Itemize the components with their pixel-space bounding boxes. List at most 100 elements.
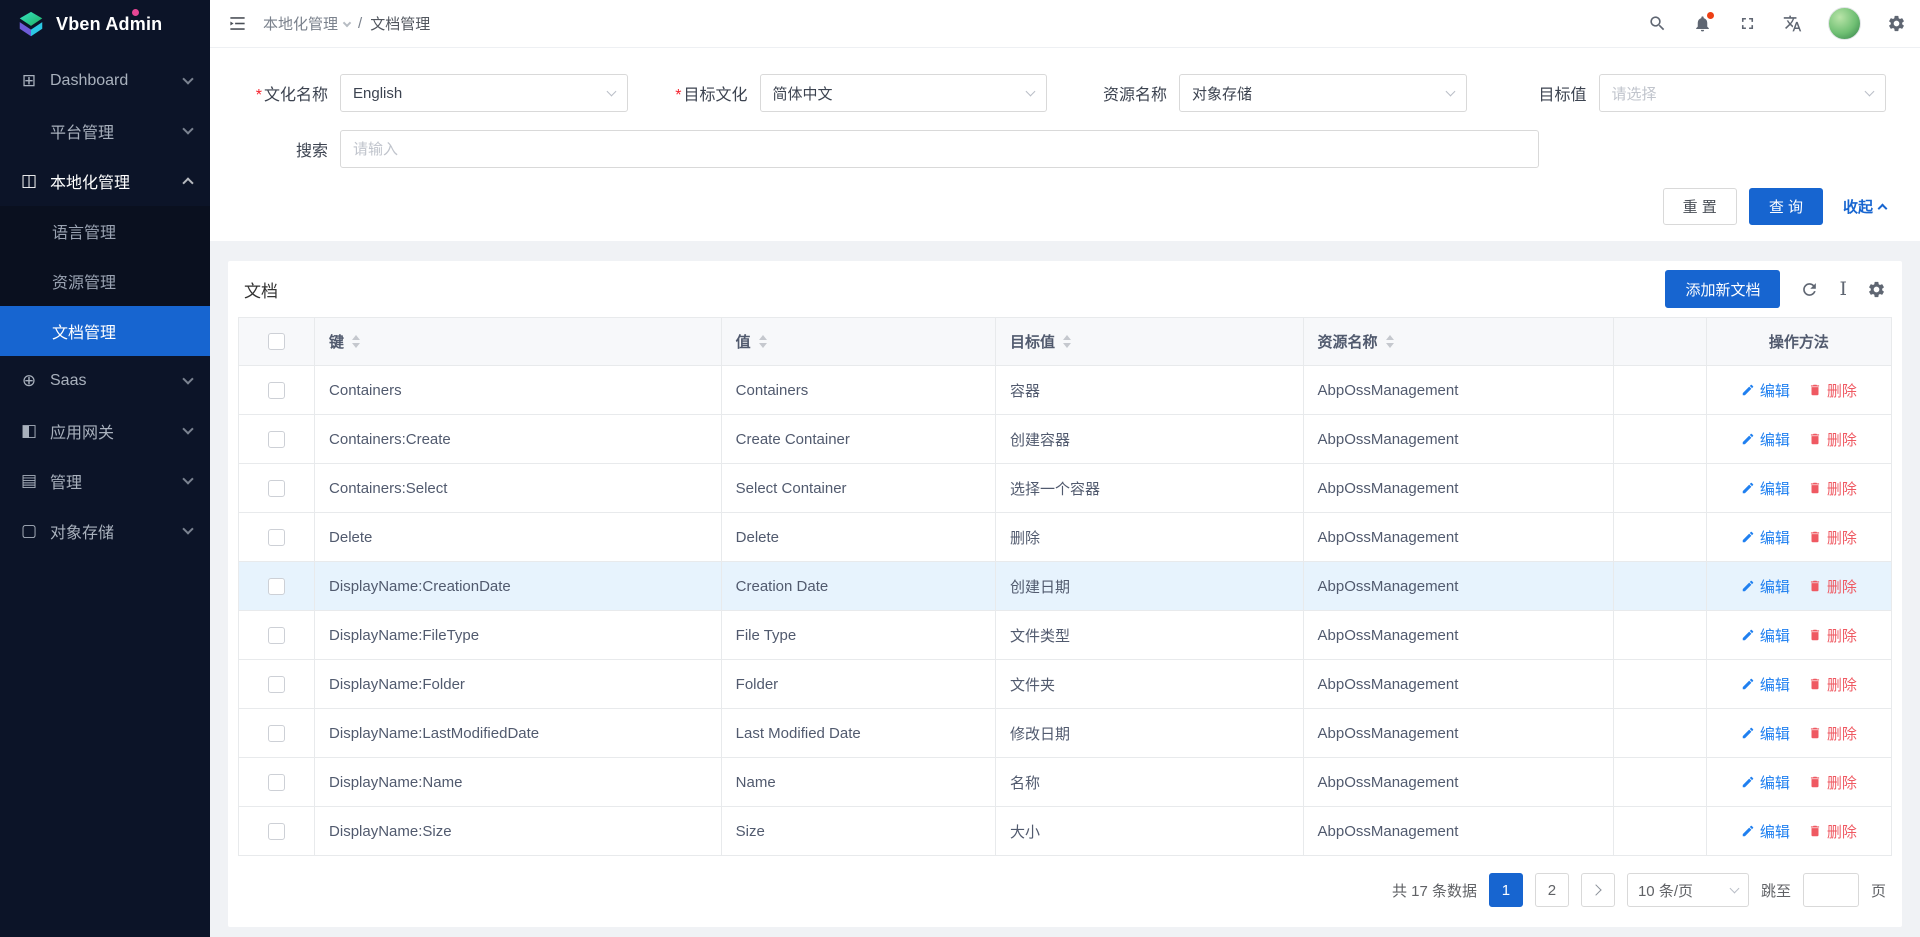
chevron-down-icon bbox=[182, 123, 193, 134]
translate-icon[interactable] bbox=[1783, 14, 1802, 33]
logo[interactable]: Vben Admin bbox=[0, 0, 210, 48]
cell-value: Delete bbox=[721, 513, 995, 562]
table-row: ContainersContainers容器AbpOssManagement编辑… bbox=[239, 366, 1892, 415]
edit-button[interactable]: 编辑 bbox=[1741, 576, 1790, 597]
select-all-checkbox[interactable] bbox=[268, 333, 285, 350]
search-input[interactable] bbox=[340, 130, 1539, 168]
table-card: 文档 添加新文档 I bbox=[228, 261, 1902, 927]
fullscreen-icon[interactable] bbox=[1738, 14, 1757, 33]
row-height-icon[interactable]: I bbox=[1839, 280, 1847, 299]
table-row: Containers:SelectSelect Container选择一个容器A… bbox=[239, 464, 1892, 513]
reset-button[interactable]: 重 置 bbox=[1663, 188, 1737, 225]
sidebar-item-platform[interactable]: 平台管理 bbox=[0, 106, 210, 156]
page-size-select[interactable]: 10 条/页 bbox=[1627, 873, 1749, 907]
page-button-1[interactable]: 1 bbox=[1489, 873, 1523, 907]
row-select-cell bbox=[239, 660, 315, 709]
row-checkbox[interactable] bbox=[268, 627, 285, 644]
delete-button[interactable]: 删除 bbox=[1808, 478, 1857, 499]
edit-button[interactable]: 编辑 bbox=[1741, 527, 1790, 548]
cell-resource: AbpOssManagement bbox=[1303, 513, 1614, 562]
cell-resource: AbpOssManagement bbox=[1303, 562, 1614, 611]
sidebar-item-language-mgmt[interactable]: 语言管理 bbox=[0, 206, 210, 256]
search-icon[interactable] bbox=[1648, 14, 1667, 33]
row-checkbox[interactable] bbox=[268, 725, 285, 742]
column-header-target[interactable]: 目标值 bbox=[996, 318, 1303, 366]
table-row: DisplayName:SizeSize大小AbpOssManagement编辑… bbox=[239, 807, 1892, 856]
sort-icon[interactable] bbox=[352, 335, 360, 348]
cell-actions: 编辑删除 bbox=[1706, 807, 1891, 856]
delete-button[interactable]: 删除 bbox=[1808, 772, 1857, 793]
user-avatar[interactable] bbox=[1828, 7, 1861, 40]
delete-button[interactable]: 删除 bbox=[1808, 723, 1857, 744]
notification-bell-icon[interactable] bbox=[1693, 14, 1712, 33]
sidebar-item-localization[interactable]: ◫ 本地化管理 bbox=[0, 156, 210, 206]
sort-icon[interactable] bbox=[1063, 335, 1071, 348]
column-settings-gear-icon[interactable] bbox=[1867, 280, 1886, 299]
jump-page-input[interactable] bbox=[1803, 873, 1859, 907]
delete-button[interactable]: 删除 bbox=[1808, 576, 1857, 597]
edit-button[interactable]: 编辑 bbox=[1741, 772, 1790, 793]
sidebar-menu: ⊞ Dashboard 平台管理 ◫ 本地化管理 语言管理 资源管理 bbox=[0, 48, 210, 937]
edit-button[interactable]: 编辑 bbox=[1741, 429, 1790, 450]
edit-button[interactable]: 编辑 bbox=[1741, 723, 1790, 744]
edit-button[interactable]: 编辑 bbox=[1741, 821, 1790, 842]
query-button[interactable]: 查 询 bbox=[1749, 188, 1823, 225]
cell-spacer bbox=[1614, 366, 1707, 415]
column-header-value[interactable]: 值 bbox=[721, 318, 995, 366]
next-page-button[interactable] bbox=[1581, 873, 1615, 907]
row-checkbox[interactable] bbox=[268, 529, 285, 546]
sidebar-item-saas[interactable]: ⊕ Saas bbox=[0, 356, 210, 406]
table-row: DeleteDelete删除AbpOssManagement编辑删除 bbox=[239, 513, 1892, 562]
column-header-key[interactable]: 键 bbox=[315, 318, 722, 366]
cell-actions: 编辑删除 bbox=[1706, 660, 1891, 709]
settings-gear-icon[interactable] bbox=[1887, 14, 1906, 33]
sidebar-item-object-storage[interactable]: ▢ 对象存储 bbox=[0, 506, 210, 556]
row-checkbox[interactable] bbox=[268, 774, 285, 791]
edit-button[interactable]: 编辑 bbox=[1741, 674, 1790, 695]
target-culture-select[interactable]: 简体中文 bbox=[760, 74, 1048, 112]
cell-spacer bbox=[1614, 562, 1707, 611]
row-checkbox[interactable] bbox=[268, 578, 285, 595]
culture-select[interactable]: English bbox=[340, 74, 628, 112]
delete-button[interactable]: 删除 bbox=[1808, 380, 1857, 401]
resource-select[interactable]: 对象存储 bbox=[1179, 74, 1467, 112]
target-value-select[interactable]: 请选择 bbox=[1599, 74, 1887, 112]
sidebar-item-resource-mgmt[interactable]: 资源管理 bbox=[0, 256, 210, 306]
sort-icon[interactable] bbox=[759, 335, 767, 348]
refresh-icon[interactable] bbox=[1800, 280, 1819, 299]
cell-spacer bbox=[1614, 807, 1707, 856]
delete-button[interactable]: 删除 bbox=[1808, 674, 1857, 695]
filter-field-culture: *文化名称 English bbox=[234, 74, 654, 112]
sidebar-item-gateway[interactable]: ◧ 应用网关 bbox=[0, 406, 210, 456]
row-select-cell bbox=[239, 415, 315, 464]
row-checkbox[interactable] bbox=[268, 382, 285, 399]
admin-icon: ▤ bbox=[18, 471, 40, 491]
collapse-link[interactable]: 收起 bbox=[1843, 196, 1886, 217]
table-header-row: 键 值 目标值 资源名称 bbox=[239, 318, 1892, 366]
add-document-button[interactable]: 添加新文档 bbox=[1665, 270, 1780, 308]
column-header-resource[interactable]: 资源名称 bbox=[1303, 318, 1614, 366]
filter-field-target-value: 目标值 请选择 bbox=[1493, 74, 1887, 112]
edit-button[interactable]: 编辑 bbox=[1741, 625, 1790, 646]
sidebar-item-document-mgmt[interactable]: 文档管理 bbox=[0, 306, 210, 356]
edit-button[interactable]: 编辑 bbox=[1741, 478, 1790, 499]
cell-value: Folder bbox=[721, 660, 995, 709]
delete-button[interactable]: 删除 bbox=[1808, 821, 1857, 842]
delete-button[interactable]: 删除 bbox=[1808, 429, 1857, 450]
edit-button[interactable]: 编辑 bbox=[1741, 380, 1790, 401]
page-button-2[interactable]: 2 bbox=[1535, 873, 1569, 907]
menu-fold-icon[interactable] bbox=[228, 14, 247, 33]
delete-button[interactable]: 删除 bbox=[1808, 625, 1857, 646]
sidebar-item-dashboard[interactable]: ⊞ Dashboard bbox=[0, 56, 210, 106]
table-row: Containers:CreateCreate Container创建容器Abp… bbox=[239, 415, 1892, 464]
breadcrumb-parent[interactable]: 本地化管理 bbox=[263, 13, 350, 34]
row-checkbox[interactable] bbox=[268, 823, 285, 840]
delete-button[interactable]: 删除 bbox=[1808, 527, 1857, 548]
row-checkbox[interactable] bbox=[268, 676, 285, 693]
row-checkbox[interactable] bbox=[268, 431, 285, 448]
chevron-down-icon bbox=[1026, 87, 1036, 97]
cell-target: 选择一个容器 bbox=[996, 464, 1303, 513]
sort-icon[interactable] bbox=[1386, 335, 1394, 348]
row-checkbox[interactable] bbox=[268, 480, 285, 497]
sidebar-item-admin[interactable]: ▤ 管理 bbox=[0, 456, 210, 506]
